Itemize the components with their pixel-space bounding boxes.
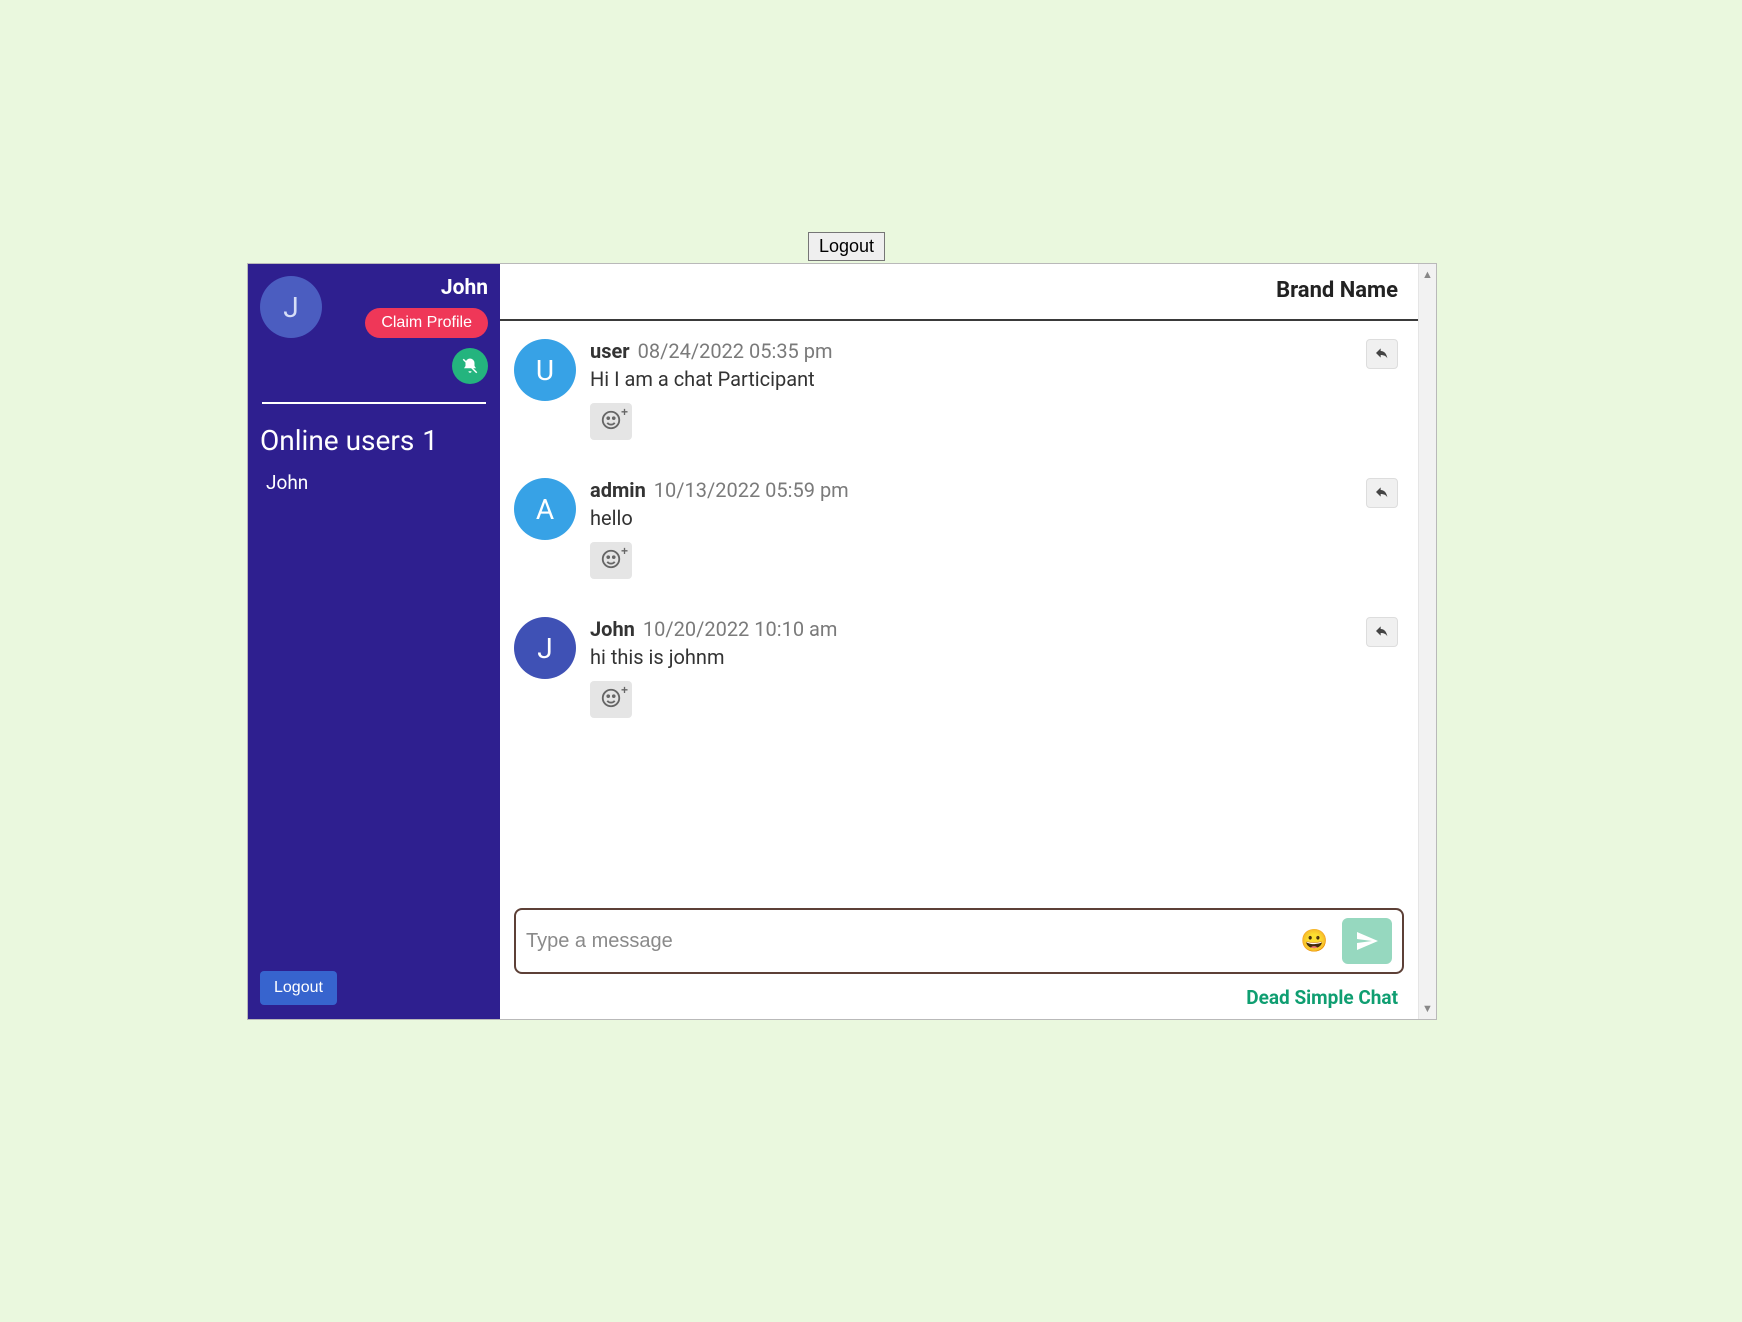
online-users-label: Online users bbox=[260, 424, 414, 457]
message-body: user 08/24/2022 05:35 pm Hi I am a chat Pa… bbox=[590, 339, 1398, 440]
plus-icon: + bbox=[621, 544, 628, 558]
smile-icon bbox=[600, 548, 622, 573]
plus-icon: + bbox=[621, 405, 628, 419]
footer: Dead Simple Chat bbox=[500, 982, 1418, 1019]
reply-button[interactable] bbox=[1366, 339, 1398, 369]
plus-icon: + bbox=[621, 683, 628, 697]
reply-button[interactable] bbox=[1366, 478, 1398, 508]
message-text: hi this is johnm bbox=[590, 645, 1398, 669]
reply-icon bbox=[1374, 623, 1390, 642]
profile-details: John Claim Profile bbox=[332, 276, 488, 384]
online-user-item[interactable]: John bbox=[266, 467, 488, 498]
scrollbar[interactable]: ▲ ▼ bbox=[1418, 264, 1436, 1019]
add-reaction-button[interactable]: + bbox=[590, 681, 632, 718]
smile-icon bbox=[600, 687, 622, 712]
composer-area: 😀 bbox=[500, 898, 1418, 982]
reply-button[interactable] bbox=[1366, 617, 1398, 647]
online-users-title: Online users 1 bbox=[260, 424, 488, 457]
messages-list[interactable]: Uuser 08/24/2022 05:35 pm Hi I am a chat P… bbox=[500, 321, 1418, 898]
message-body: John 10/20/2022 10:10 am hi this is johnm + bbox=[590, 617, 1398, 718]
message-text: hello bbox=[590, 506, 1398, 530]
message-header: admin 10/13/2022 05:59 pm bbox=[590, 478, 1398, 502]
chat-header: Brand Name bbox=[500, 264, 1418, 321]
add-reaction-button[interactable]: + bbox=[590, 403, 632, 440]
profile-avatar[interactable]: J bbox=[260, 276, 322, 338]
reply-icon bbox=[1374, 484, 1390, 503]
message-avatar[interactable]: J bbox=[514, 617, 576, 679]
message-author: admin bbox=[590, 478, 646, 502]
message-header: John 10/20/2022 10:10 am bbox=[590, 617, 1398, 641]
message-author: user bbox=[590, 339, 630, 363]
brand-name: Brand Name bbox=[1276, 278, 1398, 303]
message-input[interactable] bbox=[526, 930, 1287, 953]
message-timestamp: 10/13/2022 05:59 pm bbox=[654, 478, 849, 502]
profile-section: J John Claim Profile bbox=[260, 276, 488, 384]
emoji-picker-button[interactable]: 😀 bbox=[1297, 924, 1332, 958]
online-users-list: John bbox=[260, 467, 488, 498]
message-text: Hi I am a chat Participant bbox=[590, 367, 1398, 391]
message-avatar[interactable]: U bbox=[514, 339, 576, 401]
top-logout-button[interactable]: Logout bbox=[808, 232, 885, 261]
message-avatar[interactable]: A bbox=[514, 478, 576, 540]
message-author: John bbox=[590, 617, 635, 641]
scroll-up-icon[interactable]: ▲ bbox=[1422, 268, 1433, 281]
profile-name: John bbox=[441, 276, 488, 300]
chat-main: Brand Name Uuser 08/24/2022 05:35 pm Hi I … bbox=[500, 264, 1418, 1019]
bell-slash-icon bbox=[461, 357, 479, 375]
message-header: user 08/24/2022 05:35 pm bbox=[590, 339, 1398, 363]
message-composer: 😀 bbox=[514, 908, 1404, 974]
message: Aadmin 10/13/2022 05:59 pm hello + bbox=[514, 478, 1398, 579]
reply-icon bbox=[1374, 345, 1390, 364]
scroll-down-icon[interactable]: ▼ bbox=[1422, 1002, 1433, 1015]
message-body: admin 10/13/2022 05:59 pm hello + bbox=[590, 478, 1398, 579]
sidebar-logout-button[interactable]: Logout bbox=[260, 971, 337, 1005]
message-timestamp: 08/24/2022 05:35 pm bbox=[638, 339, 833, 363]
send-icon bbox=[1355, 929, 1379, 953]
message-timestamp: 10/20/2022 10:10 am bbox=[643, 617, 838, 641]
send-button[interactable] bbox=[1342, 918, 1392, 964]
smile-icon: 😀 bbox=[1301, 928, 1328, 953]
smile-icon bbox=[600, 409, 622, 434]
sidebar: J John Claim Profile Online users 1 John… bbox=[248, 264, 500, 1019]
message: J John 10/20/2022 10:10 am hi this is johnm… bbox=[514, 617, 1398, 718]
sidebar-divider bbox=[262, 402, 486, 404]
claim-profile-button[interactable]: Claim Profile bbox=[365, 308, 488, 338]
online-users-count: 1 bbox=[422, 424, 438, 457]
footer-brand-link[interactable]: Dead Simple Chat bbox=[1246, 986, 1398, 1009]
message: Uuser 08/24/2022 05:35 pm Hi I am a chat P… bbox=[514, 339, 1398, 440]
chat-widget: J John Claim Profile Online users 1 John… bbox=[247, 263, 1437, 1020]
notification-mute-button[interactable] bbox=[452, 348, 488, 384]
add-reaction-button[interactable]: + bbox=[590, 542, 632, 579]
